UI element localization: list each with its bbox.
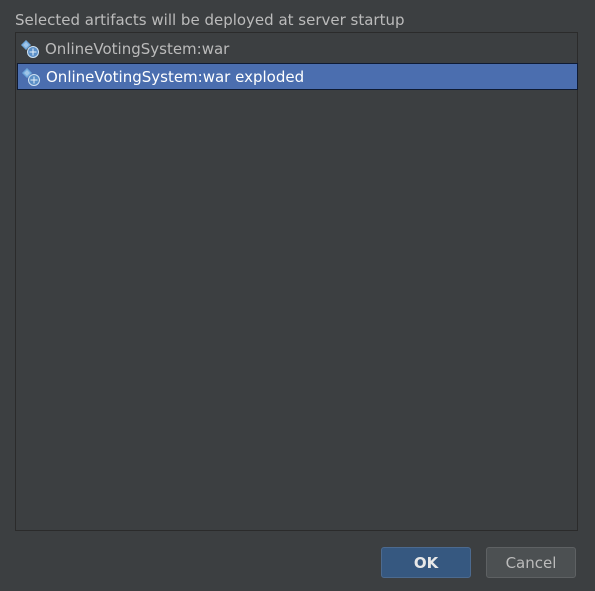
cancel-button[interactable]: Cancel bbox=[486, 547, 576, 578]
ok-button[interactable]: OK bbox=[381, 547, 471, 578]
artifact-item-label: OnlineVotingSystem:war bbox=[45, 39, 230, 58]
artifact-war-icon bbox=[21, 39, 39, 58]
deploy-header-label: Selected artifacts will be deployed at s… bbox=[15, 11, 405, 29]
artifact-list[interactable]: OnlineVotingSystem:war OnlineVotingSyste… bbox=[15, 32, 578, 531]
artifact-item-war-exploded[interactable]: OnlineVotingSystem:war exploded bbox=[17, 63, 578, 90]
artifact-item-label: OnlineVotingSystem:war exploded bbox=[46, 67, 305, 86]
artifact-item-war[interactable]: OnlineVotingSystem:war bbox=[17, 35, 578, 62]
artifact-war-exploded-icon bbox=[22, 67, 40, 86]
